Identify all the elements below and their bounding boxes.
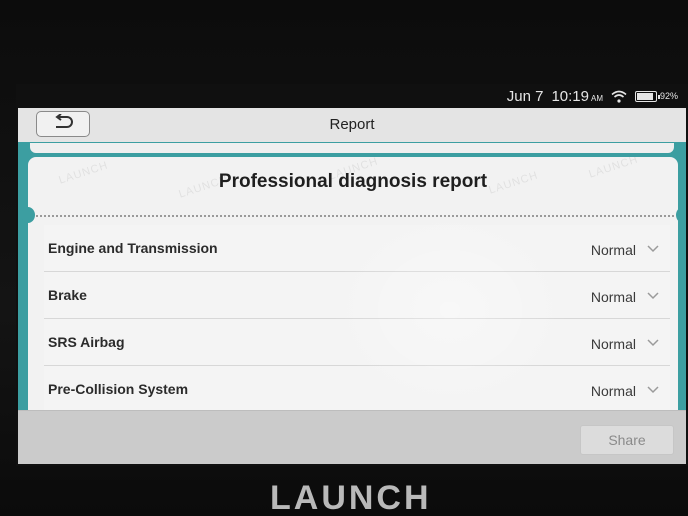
status-time: 10:19	[551, 87, 589, 105]
status-ampm: AM	[590, 94, 603, 103]
row-status: Normal	[590, 383, 636, 399]
row-status: Normal	[590, 289, 636, 305]
report-heading: Professional diagnosis report	[218, 171, 488, 192]
chevron-down-icon[interactable]	[646, 241, 660, 255]
row-label: Brake	[48, 287, 87, 303]
brand-logo: LAUNCH	[270, 480, 432, 516]
dotted-divider	[32, 215, 674, 217]
row-status: Normal	[590, 242, 636, 258]
battery-fill	[636, 92, 653, 100]
tablet-screen: Jun 7 10:19 AM 92% Report LAUNCH LAUNCH …	[16, 84, 688, 466]
status-bar: Jun 7 10:19 AM 92%	[16, 84, 688, 108]
card-notch-left	[21, 207, 35, 223]
battery-group: 92%	[634, 90, 678, 102]
row-label: Engine and Transmission	[48, 240, 218, 256]
status-date: Jun 7	[506, 87, 544, 105]
chevron-down-icon[interactable]	[646, 288, 660, 302]
report-row[interactable]: Brake Normal	[44, 272, 670, 319]
row-label: SRS Airbag	[48, 334, 125, 350]
row-status: Normal	[590, 336, 636, 352]
page-title: Report	[329, 116, 375, 133]
battery-icon	[634, 90, 660, 102]
card-notch-right	[676, 207, 686, 223]
report-row[interactable]: Engine and Transmission Normal	[44, 225, 670, 272]
chevron-down-icon[interactable]	[646, 335, 660, 349]
bottom-bar: Share	[18, 410, 686, 464]
status-time-group: 10:19 AM	[551, 88, 603, 105]
report-rows: Engine and Transmission Normal Brake Normal…	[44, 225, 670, 410]
report-row[interactable]: SRS Airbag Normal	[44, 319, 670, 366]
row-label: Pre-Collision System	[48, 381, 189, 397]
report-strip	[30, 143, 674, 153]
wifi-icon	[611, 90, 627, 103]
share-button[interactable]: Share	[580, 425, 674, 455]
battery-percent: 92%	[659, 91, 678, 101]
report-card: LAUNCH LAUNCH LAUNCH LAUNCH LAUNCH Profe…	[28, 157, 678, 410]
chevron-down-icon[interactable]	[646, 382, 660, 396]
title-bar: Report	[18, 108, 686, 143]
report-row[interactable]: Pre-Collision System Normal	[44, 366, 670, 410]
report-app: Report LAUNCH LAUNCH LAUNCH LAUNCH LAUNC…	[18, 108, 686, 464]
device-frame: Jun 7 10:19 AM 92% Report LAUNCH LAUNCH …	[0, 0, 688, 516]
